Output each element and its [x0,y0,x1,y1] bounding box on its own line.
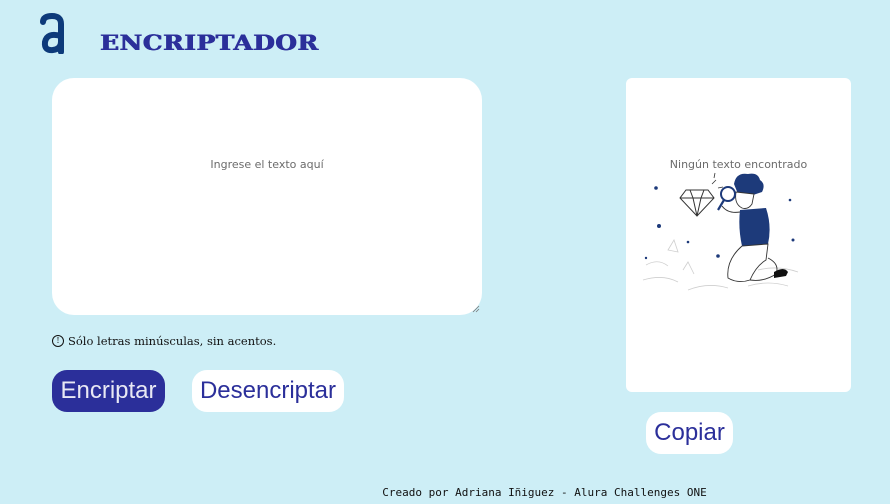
alura-logo-icon[interactable] [37,12,67,54]
person-with-magnifier-illustration [642,172,799,291]
hint-text: Sólo letras minúsculas, sin acentos. [68,334,277,348]
copy-button[interactable]: Copiar [646,412,733,454]
encrypt-button[interactable]: Encriptar [52,370,165,412]
input-textarea[interactable]: Ingrese el texto aquí [52,78,482,315]
footer-credits: Creado por Adriana Iñiguez - Alura Chall… [382,486,707,499]
resize-grip-icon[interactable] [472,305,480,313]
info-icon: ! [52,335,64,347]
input-hint: ! Sólo letras minúsculas, sin acentos. [52,334,276,348]
decrypt-button[interactable]: Desencriptar [192,370,344,412]
input-placeholder: Ingrese el texto aquí [210,158,324,171]
output-textarea[interactable]: Ningún texto encontrado [626,78,851,392]
app-title: ENCRIPTADOR [100,30,319,55]
